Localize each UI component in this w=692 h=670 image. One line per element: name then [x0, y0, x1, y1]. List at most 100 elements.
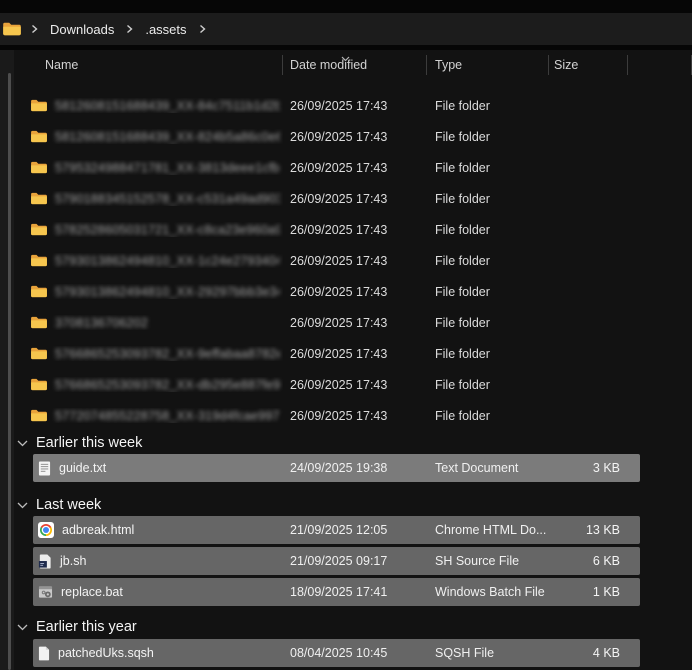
file-type: File folder [427, 316, 549, 330]
folder-icon [30, 408, 48, 423]
chrome-icon [38, 522, 54, 538]
breadcrumb-item-downloads[interactable]: Downloads [47, 20, 117, 39]
file-type: File folder [427, 254, 549, 268]
date-modified: 26/09/2025 17:43 [283, 130, 427, 144]
table-row[interactable]: 5772074855228758_XX-319d4fcae99713... 26… [14, 400, 692, 431]
text-document-icon [38, 461, 51, 476]
folder-icon [30, 315, 48, 330]
date-modified: 21/09/2025 12:05 [283, 523, 427, 537]
file-row-replace-bat[interactable]: replace.bat 18/09/2025 17:41 Windows Bat… [33, 578, 640, 606]
file-name: patchedUks.sqsh [58, 646, 154, 660]
breadcrumb-item-assets[interactable]: .assets [142, 20, 189, 39]
file-name: 3708136706202 [55, 316, 148, 330]
date-modified: 26/09/2025 17:43 [283, 192, 427, 206]
date-modified: 26/09/2025 17:43 [283, 223, 427, 237]
file-type: SQSH File [427, 646, 549, 660]
group-header-earlier-this-year[interactable]: Earlier this year [14, 617, 692, 637]
file-name: jb.sh [60, 554, 86, 568]
file-name: 5766865253093782_XX-db295e887fe9fc... [55, 378, 280, 392]
file-name: 5782528605031721_XX-c8ca23e960a9fb... [55, 223, 280, 237]
date-modified: 26/09/2025 17:43 [283, 161, 427, 175]
breadcrumb: Downloads .assets [0, 13, 692, 45]
file-type: Text Document [427, 461, 549, 475]
file-name: 5793013862494810_XX-29297bbb3e34... [55, 285, 280, 299]
date-modified: 26/09/2025 17:43 [283, 378, 427, 392]
file-type: File folder [427, 285, 549, 299]
folder-icon [30, 284, 48, 299]
table-row[interactable]: 5812608151688439_XX-824b5a86c0e6d... 26/… [14, 121, 692, 152]
column-header-type[interactable]: Type [427, 50, 549, 80]
file-name: 5772074855228758_XX-319d4fcae99713... [55, 409, 280, 423]
chevron-down-icon[interactable] [17, 502, 28, 509]
file-name: guide.txt [59, 461, 106, 475]
file-type: SH Source File [427, 554, 549, 568]
table-row[interactable]: 5793013862494810_XX-1c24e27934043... 26/… [14, 245, 692, 276]
group-header-last-week[interactable]: Last week [14, 495, 692, 515]
file-name: 5795324988471781_XX-3813deee1cfbd7... [55, 161, 280, 175]
file-type: File folder [427, 378, 549, 392]
file-type: Chrome HTML Do... [427, 523, 549, 537]
column-header-size[interactable]: Size [549, 50, 628, 80]
file-size: 4 KB [549, 646, 640, 660]
column-header-name[interactable]: Name [14, 50, 283, 80]
group-header-earlier-this-week[interactable]: Earlier this week [14, 433, 692, 453]
file-name: 5812608151688439_XX-84c7511b1d2ba... [55, 99, 280, 113]
file-icon [38, 646, 50, 661]
chevron-right-icon[interactable] [126, 24, 133, 34]
date-modified: 26/09/2025 17:43 [283, 285, 427, 299]
file-size: 13 KB [549, 523, 640, 537]
file-size: 3 KB [549, 461, 640, 475]
date-modified: 26/09/2025 17:43 [283, 316, 427, 330]
file-row-guide-txt[interactable]: guide.txt 24/09/2025 19:38 Text Document… [33, 454, 640, 482]
table-row[interactable]: 5782528605031721_XX-c8ca23e960a9fb... 26… [14, 214, 692, 245]
file-type: File folder [427, 223, 549, 237]
table-row[interactable]: 5793013862494810_XX-29297bbb3e34... 26/0… [14, 276, 692, 307]
chevron-down-icon[interactable] [17, 440, 28, 447]
file-name: 5766865253093782_XX-9effabaa8782ea... [55, 347, 280, 361]
file-name: 5793013862494810_XX-1c24e27934043... [55, 254, 280, 268]
date-modified: 24/09/2025 19:38 [283, 461, 427, 475]
table-row[interactable]: 5766865253093782_XX-db295e887fe9fc... 26… [14, 369, 692, 400]
file-name: 5790188345152578_XX-c531a49ad903e1... [55, 192, 280, 206]
folder-icon [30, 98, 48, 113]
shell-script-icon [38, 554, 52, 569]
table-row[interactable]: 5766865253093782_XX-9effabaa8782ea... 26… [14, 338, 692, 369]
navigation-pane-edge [0, 50, 14, 670]
file-name: replace.bat [61, 585, 123, 599]
file-explorer-window: { "breadcrumb": { "items": ["Downloads",… [0, 0, 692, 670]
date-modified: 26/09/2025 17:43 [283, 254, 427, 268]
date-modified: 18/09/2025 17:41 [283, 585, 427, 599]
chevron-down-icon[interactable] [17, 624, 28, 631]
file-type: File folder [427, 347, 549, 361]
file-row-patcheduks-sqsh[interactable]: patchedUks.sqsh 08/04/2025 10:45 SQSH Fi… [33, 639, 640, 667]
folder-icon [30, 160, 48, 175]
folder-icon [2, 21, 22, 37]
folder-rows: 5812608151688439_XX-84c7511b1d2ba... 26/… [14, 90, 692, 431]
table-row[interactable]: 5812608151688439_XX-84c7511b1d2ba... 26/… [14, 90, 692, 121]
file-name: 5812608151688439_XX-824b5a86c0e6d... [55, 130, 280, 144]
date-modified: 08/04/2025 10:45 [283, 646, 427, 660]
folder-icon [30, 253, 48, 268]
file-row-adbreak-html[interactable]: adbreak.html 21/09/2025 12:05 Chrome HTM… [33, 516, 640, 544]
chevron-right-icon[interactable] [31, 24, 38, 34]
date-modified: 21/09/2025 09:17 [283, 554, 427, 568]
folder-icon [30, 346, 48, 361]
folder-icon [30, 222, 48, 237]
column-header-date-modified[interactable]: Date modified [283, 50, 427, 80]
file-type: Windows Batch File [427, 585, 549, 599]
folder-icon [30, 191, 48, 206]
table-row[interactable]: 3708136706202 26/09/2025 17:43 File fold… [14, 307, 692, 338]
file-type: File folder [427, 192, 549, 206]
file-type: File folder [427, 130, 549, 144]
scrollbar-thumb[interactable] [8, 73, 11, 670]
file-name: adbreak.html [62, 523, 134, 537]
folder-icon [30, 129, 48, 144]
file-row-jb-sh[interactable]: jb.sh 21/09/2025 09:17 SH Source File 6 … [33, 547, 640, 575]
folder-icon [30, 377, 48, 392]
column-header-filler [628, 50, 692, 80]
table-row[interactable]: 5790188345152578_XX-c531a49ad903e1... 26… [14, 183, 692, 214]
table-row[interactable]: 5795324988471781_XX-3813deee1cfbd7... 26… [14, 152, 692, 183]
file-size: 6 KB [549, 554, 640, 568]
file-size: 1 KB [549, 585, 640, 599]
chevron-right-icon[interactable] [199, 24, 206, 34]
